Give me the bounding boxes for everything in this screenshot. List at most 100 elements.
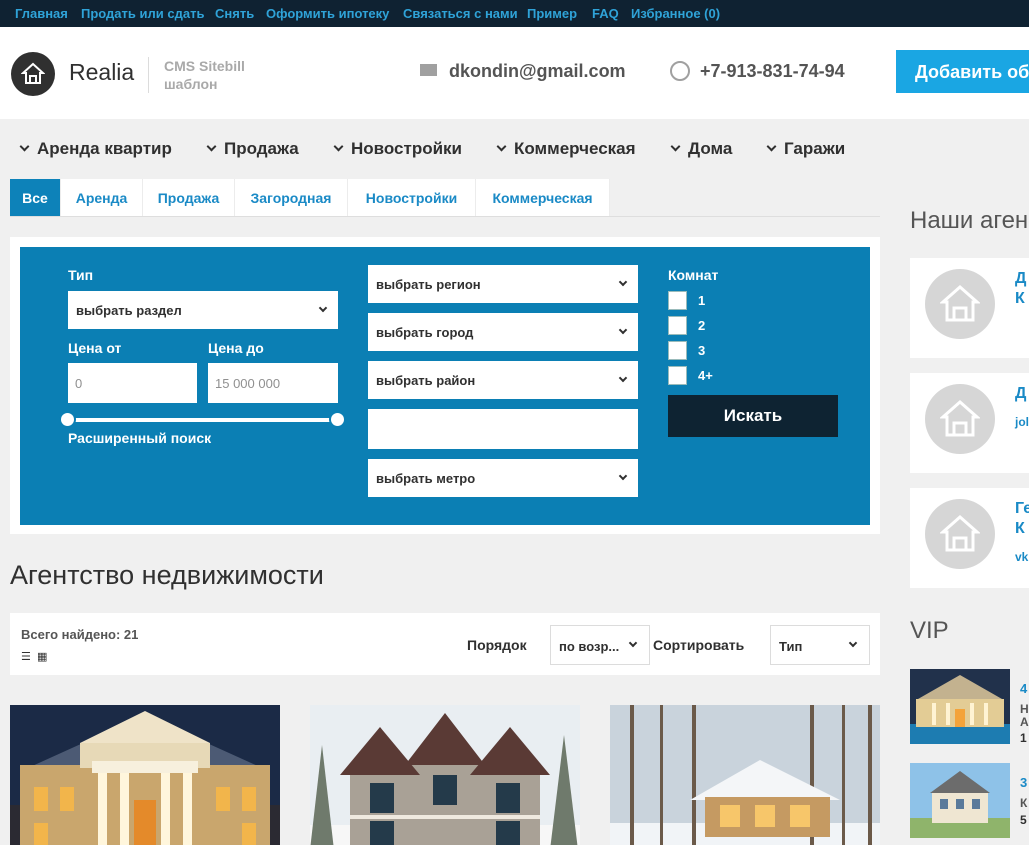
topnav-contact[interactable]: Связаться с нами bbox=[403, 6, 518, 21]
agent-card[interactable]: Ге К vk bbox=[910, 488, 1029, 588]
topnav-rent[interactable]: Снять bbox=[215, 6, 254, 21]
topnav-home[interactable]: Главная bbox=[15, 6, 68, 21]
contact-phone[interactable]: +7-913-831-74-94 bbox=[670, 61, 845, 82]
price-from-input[interactable]: 0 bbox=[68, 363, 197, 403]
rooms-checkbox-1[interactable] bbox=[668, 291, 687, 310]
rooms-label: Комнат bbox=[668, 267, 719, 283]
chevron-down-icon bbox=[848, 638, 858, 648]
rooms-label-1: 1 bbox=[698, 293, 706, 308]
price-slider-track[interactable] bbox=[68, 418, 338, 422]
vip-line: А bbox=[1020, 715, 1029, 729]
agent-name-line2[interactable]: К bbox=[1015, 520, 1025, 538]
region-select[interactable]: выбрать регион bbox=[368, 265, 638, 303]
view-switcher: ☰ ▦ bbox=[21, 647, 53, 665]
rooms-checkbox-2[interactable] bbox=[668, 316, 687, 335]
type-select[interactable]: выбрать раздел bbox=[68, 291, 338, 329]
logo-house-icon[interactable] bbox=[11, 52, 55, 96]
advanced-search-link[interactable]: Расширенный поиск bbox=[68, 430, 211, 446]
vip-title[interactable]: 3 bbox=[1020, 775, 1027, 790]
tab-rent[interactable]: Аренда bbox=[61, 179, 143, 217]
tab-all[interactable]: Все bbox=[10, 179, 61, 217]
tab-country[interactable]: Загородная bbox=[235, 179, 348, 217]
tab-sale[interactable]: Продажа bbox=[143, 179, 235, 217]
agent-name-line2[interactable]: К bbox=[1015, 290, 1025, 308]
price-slider-max-handle[interactable] bbox=[329, 411, 346, 428]
email-text: dkondin@gmail.com bbox=[449, 61, 626, 81]
vip-listing[interactable]: 4 Н А 1 bbox=[910, 669, 1029, 745]
results-toolbar bbox=[10, 613, 880, 675]
list-view-icon[interactable]: ☰ bbox=[21, 652, 32, 663]
region-select-value: выбрать регион bbox=[376, 277, 481, 292]
tab-new-buildings[interactable]: Новостройки bbox=[348, 179, 476, 217]
tab-commercial[interactable]: Коммерческая bbox=[476, 179, 610, 217]
page-title: Агентство недвижимости bbox=[10, 560, 324, 590]
agent-email[interactable]: vk bbox=[1015, 550, 1028, 564]
chevron-down-icon bbox=[670, 141, 681, 152]
nav-label: Коммерческая bbox=[514, 139, 636, 158]
rooms-label-3: 3 bbox=[698, 343, 706, 358]
vip-thumbnail[interactable] bbox=[910, 763, 1010, 838]
listing-photo-cottage[interactable] bbox=[310, 705, 580, 845]
sort-label: Сортировать bbox=[653, 637, 745, 653]
topnav-faq[interactable]: FAQ bbox=[592, 6, 619, 21]
agents-heading: Наши аген bbox=[910, 207, 1029, 234]
tabs-underline bbox=[10, 216, 880, 217]
vip-thumbnail[interactable] bbox=[910, 669, 1010, 744]
grid-view-icon[interactable]: ▦ bbox=[37, 652, 48, 663]
logo-text[interactable]: Realia bbox=[69, 59, 134, 86]
nav-commercial[interactable]: Коммерческая bbox=[496, 139, 636, 159]
city-select-value: выбрать город bbox=[376, 325, 474, 340]
topnav-sell[interactable]: Продать или сдать bbox=[81, 6, 204, 21]
agent-card[interactable]: Д К bbox=[910, 258, 1029, 358]
price-to-input[interactable]: 15 000 000 bbox=[208, 363, 338, 403]
nav-new-buildings[interactable]: Новостройки bbox=[333, 139, 462, 159]
nav-sale[interactable]: Продажа bbox=[206, 139, 299, 159]
vip-price: 5 bbox=[1020, 813, 1027, 827]
chevron-down-icon bbox=[618, 325, 628, 335]
logo-subtitle-template: шаблон bbox=[164, 76, 218, 92]
sort-select-value: Тип bbox=[779, 639, 803, 654]
agent-name[interactable]: Д bbox=[1015, 270, 1026, 288]
listing-photo-winter-house[interactable] bbox=[610, 705, 880, 845]
avatar bbox=[925, 269, 995, 339]
order-select[interactable]: по возр... bbox=[550, 625, 650, 665]
topnav-example[interactable]: Пример bbox=[527, 6, 577, 21]
nav-label: Продажа bbox=[224, 139, 299, 158]
price-slider-min-handle[interactable] bbox=[59, 411, 76, 428]
city-select[interactable]: выбрать город bbox=[368, 313, 638, 351]
keyword-input[interactable] bbox=[368, 409, 638, 449]
metro-select[interactable]: выбрать метро bbox=[368, 459, 638, 497]
agent-email[interactable]: jol bbox=[1015, 415, 1029, 429]
rooms-checkbox-3[interactable] bbox=[668, 341, 687, 360]
topnav-favorites[interactable]: Избранное (0) bbox=[631, 6, 720, 21]
main-nav: Аренда квартир Продажа Новостройки Комме… bbox=[0, 119, 1029, 179]
contact-email[interactable]: dkondin@gmail.com bbox=[420, 61, 626, 82]
agent-name[interactable]: Д bbox=[1015, 385, 1026, 403]
listing-photo-mansion[interactable] bbox=[10, 705, 280, 845]
nav-label: Гаражи bbox=[784, 139, 846, 158]
type-label: Тип bbox=[68, 267, 94, 283]
sort-select[interactable]: Тип bbox=[770, 625, 870, 665]
chevron-down-icon bbox=[206, 141, 217, 152]
vip-heading: VIP bbox=[910, 617, 949, 644]
envelope-icon bbox=[420, 64, 437, 76]
district-select[interactable]: выбрать район bbox=[368, 361, 638, 399]
chevron-down-icon bbox=[628, 638, 638, 648]
chevron-down-icon bbox=[318, 303, 328, 313]
add-listing-button[interactable]: Добавить об bbox=[896, 50, 1029, 93]
rooms-checkbox-4plus[interactable] bbox=[668, 366, 687, 385]
vip-title[interactable]: 4 bbox=[1020, 681, 1027, 696]
avatar bbox=[925, 499, 995, 569]
chevron-down-icon bbox=[766, 141, 777, 152]
topnav-mortgage[interactable]: Оформить ипотеку bbox=[266, 6, 389, 21]
search-button[interactable]: Искать bbox=[668, 395, 838, 437]
top-bar: Главная Продать или сдать Снять Оформить… bbox=[0, 0, 1029, 27]
nav-rent-apartments[interactable]: Аренда квартир bbox=[19, 139, 172, 159]
vip-listing[interactable]: 3 К 5 bbox=[910, 763, 1029, 838]
agent-name[interactable]: Ге bbox=[1015, 500, 1029, 518]
agent-card[interactable]: Д jol bbox=[910, 373, 1029, 473]
nav-houses[interactable]: Дома bbox=[670, 139, 733, 159]
chevron-down-icon bbox=[618, 471, 628, 481]
nav-garages[interactable]: Гаражи bbox=[766, 139, 846, 159]
nav-label: Дома bbox=[688, 139, 733, 158]
